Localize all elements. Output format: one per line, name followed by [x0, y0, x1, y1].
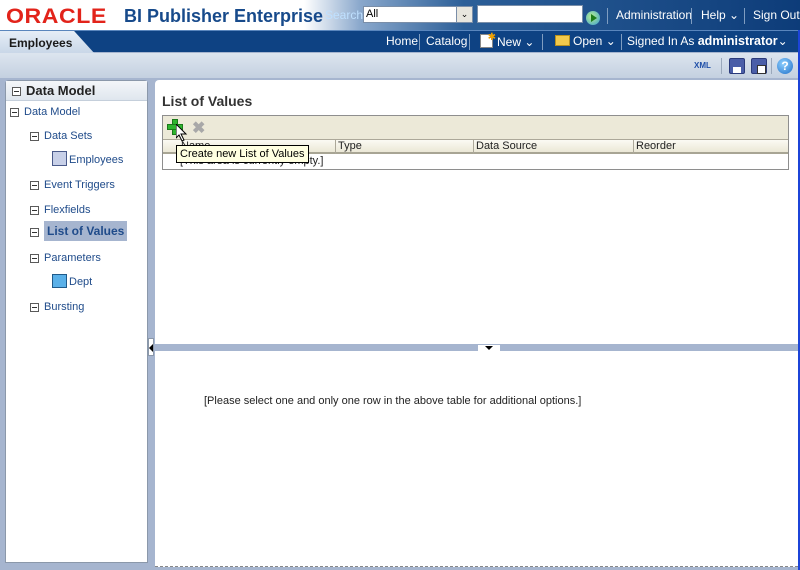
tree-item-data-model[interactable]: Data Model: [10, 106, 80, 118]
global-header: ORACLE BI Publisher Enterprise Search Al…: [0, 0, 800, 30]
search-scope-select[interactable]: All ⌄: [363, 6, 473, 23]
sign-out-link[interactable]: Sign Out: [753, 8, 800, 22]
new-menu[interactable]: ✱ New ⌄: [480, 32, 535, 49]
divider: [419, 34, 420, 50]
new-doc-icon: ✱: [480, 32, 496, 48]
col-type[interactable]: Type: [335, 140, 362, 154]
divider: [721, 58, 722, 74]
tree-item-bursting[interactable]: Bursting: [30, 301, 84, 313]
divider: [542, 34, 543, 50]
table-toolbar: ✖: [163, 116, 788, 140]
help-menu[interactable]: Help ⌄: [701, 8, 739, 22]
divider: [771, 58, 772, 74]
help-icon[interactable]: ?: [777, 58, 793, 74]
save-icon[interactable]: [729, 58, 745, 74]
parameter-icon: [52, 274, 67, 288]
page-toolbar: [0, 53, 800, 78]
collapse-icon[interactable]: [30, 180, 39, 190]
collapse-icon[interactable]: [30, 131, 39, 141]
username: administrator: [697, 34, 778, 48]
tooltip: Create new List of Values: [176, 145, 309, 163]
panel-header: Data Model: [6, 81, 147, 101]
tree-item-flexfields[interactable]: Flexfields: [30, 204, 90, 216]
tree-label: Flexfields: [44, 204, 91, 216]
tree-item-parameters[interactable]: Parameters: [30, 252, 101, 264]
tree-label: Bursting: [44, 301, 85, 313]
divider: [621, 34, 622, 50]
tree-item-dept[interactable]: Dept: [52, 274, 92, 288]
search-label: Search: [325, 8, 364, 22]
detail-message: [Please select one and only one row in t…: [204, 395, 582, 407]
tree-label: List of Values: [44, 221, 128, 241]
tree-item-event-triggers[interactable]: Event Triggers: [30, 179, 115, 191]
chevron-down-icon: ⌄: [605, 34, 616, 48]
tree-item-employees[interactable]: Employees: [52, 151, 123, 166]
horizontal-splitter[interactable]: [155, 344, 798, 351]
collapse-icon[interactable]: [30, 205, 39, 215]
folder-icon: [555, 35, 570, 46]
chevron-down-icon: ⌄: [777, 34, 788, 48]
dataset-icon: [52, 151, 67, 166]
divider: [469, 34, 470, 50]
administration-link[interactable]: Administration: [616, 8, 692, 22]
search-go-button[interactable]: [586, 11, 600, 25]
search-input[interactable]: [477, 5, 583, 23]
collapse-left-panel-handle[interactable]: [148, 338, 154, 356]
detail-region: [Please select one and only one row in t…: [155, 351, 798, 567]
collapse-icon[interactable]: [30, 227, 39, 237]
divider: [607, 8, 608, 24]
chevron-down-icon: ⌄: [729, 8, 740, 22]
home-link[interactable]: Home: [386, 34, 418, 48]
tree-label: Data Sets: [44, 130, 93, 142]
tree-item-data-sets[interactable]: Data Sets: [30, 130, 92, 142]
mouse-cursor: [176, 124, 188, 142]
collapse-icon[interactable]: [12, 87, 21, 97]
collapse-icon[interactable]: [30, 253, 39, 263]
save-as-icon[interactable]: [751, 58, 767, 74]
tree-item-list-of-values[interactable]: List of Values: [30, 221, 128, 241]
collapse-icon[interactable]: [10, 107, 19, 117]
oracle-logo: ORACLE: [6, 5, 107, 28]
xml-icon[interactable]: XML: [694, 58, 711, 74]
open-menu[interactable]: Open ⌄: [555, 34, 616, 48]
col-reorder[interactable]: Reorder: [633, 140, 676, 154]
search-scope-value: All: [366, 8, 379, 20]
tree-label: Dept: [69, 276, 93, 288]
tree-label: Employees: [69, 154, 124, 166]
user-menu[interactable]: Signed In As administrator⌄: [627, 34, 788, 48]
lov-region: List of Values ✖ Name Type Data Source R…: [155, 80, 798, 344]
tree-label: Data Model: [24, 106, 81, 118]
help-label: Help: [701, 8, 726, 22]
collapse-icon[interactable]: [30, 302, 39, 312]
panel-title: Data Model: [26, 83, 96, 98]
signed-in-label: Signed In As: [627, 34, 695, 48]
page-title: List of Values: [162, 93, 253, 109]
chevron-down-icon[interactable]: ⌄: [456, 7, 472, 22]
app-title: BI Publisher Enterprise: [124, 6, 324, 26]
tree-label: Event Triggers: [44, 179, 115, 191]
tree-label: Parameters: [44, 252, 101, 264]
divider: [691, 8, 692, 24]
new-label: New: [497, 35, 522, 49]
open-label: Open: [573, 34, 603, 48]
col-data-source[interactable]: Data Source: [473, 140, 537, 154]
delete-icon[interactable]: ✖: [192, 118, 205, 138]
divider: [744, 8, 745, 24]
catalog-link[interactable]: Catalog: [426, 34, 467, 48]
chevron-down-icon: ⌄: [524, 35, 535, 49]
